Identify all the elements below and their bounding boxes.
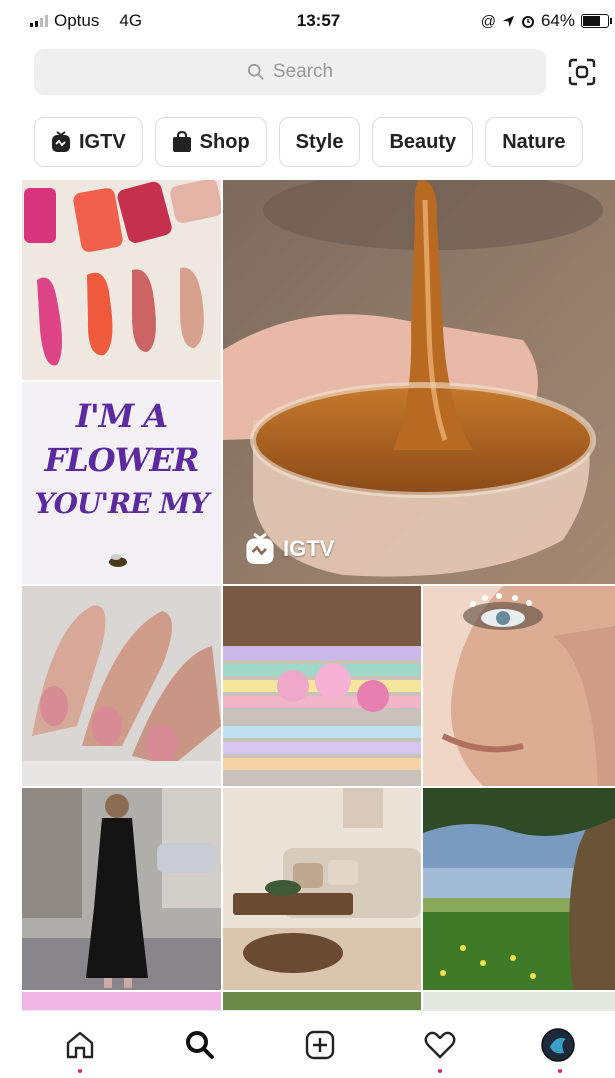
search-input[interactable]: Search	[34, 49, 546, 95]
profile-avatar-icon	[541, 1028, 575, 1062]
shopping-bag-icon	[172, 131, 192, 153]
chip-igtv[interactable]: IGTV	[34, 117, 143, 167]
home-icon	[66, 1031, 94, 1059]
flower-art-line: I'M A	[75, 397, 168, 435]
flower-art-line: FLOWER	[44, 441, 199, 479]
igtv-badge: IGTV	[245, 532, 334, 566]
bee-icon	[109, 554, 127, 567]
tab-search[interactable]	[178, 1023, 222, 1067]
tile-caramel-slime-video[interactable]: IGTV	[223, 180, 615, 584]
chip-label: Shop	[199, 130, 250, 153]
category-chips: IGTV Shop Style Beauty Nature	[34, 117, 583, 169]
status-bar: Optus 4G 13:57 @ 64%	[22, 0, 615, 42]
notification-dot	[78, 1069, 82, 1073]
scan-button[interactable]	[562, 52, 602, 92]
notification-dot	[558, 1069, 562, 1073]
search-icon	[247, 63, 264, 80]
heart-icon	[424, 1031, 456, 1059]
igtv-badge-label: IGTV	[283, 536, 335, 561]
tab-activity[interactable]	[418, 1023, 462, 1073]
status-right: @ 64%	[480, 11, 612, 31]
tile-street-style-dress[interactable]	[22, 788, 221, 990]
igtv-icon	[51, 131, 71, 153]
tab-profile[interactable]	[536, 1023, 580, 1073]
tile-lipstick-swatches[interactable]	[22, 180, 221, 380]
battery-percent: 64%	[540, 11, 575, 30]
tile-tree-landscape[interactable]	[423, 788, 615, 990]
alarm-icon	[521, 16, 534, 28]
chip-label: IGTV	[79, 130, 126, 153]
tile-flower-text-art[interactable]: I'M A FLOWER YOU'RE MY	[22, 382, 221, 584]
chip-label: Beauty	[389, 130, 457, 153]
explore-screen: Optus 4G 13:57 @ 64% Search IGTV Shop St…	[22, 0, 615, 1078]
flower-art-text: I'M A FLOWER YOU'RE MY	[22, 394, 221, 526]
explore-grid: I'M A FLOWER YOU'RE MY IGTV	[22, 180, 615, 1010]
tab-new-post[interactable]	[298, 1023, 342, 1067]
chip-label: Nature	[502, 130, 566, 153]
tile-pastel-bench[interactable]	[223, 586, 421, 786]
tab-home[interactable]	[58, 1023, 102, 1073]
notification-dot	[438, 1069, 442, 1073]
scan-icon	[568, 58, 596, 86]
tile-partial-pink[interactable]	[22, 992, 221, 1010]
chip-nature[interactable]: Nature	[485, 117, 583, 167]
search-icon	[186, 1031, 214, 1059]
tile-pink-nails[interactable]	[22, 586, 221, 786]
at-icon: @	[480, 12, 496, 30]
chip-shop[interactable]: Shop	[154, 117, 267, 167]
chip-beauty[interactable]: Beauty	[372, 117, 474, 167]
location-arrow-icon	[502, 15, 515, 27]
tile-face-gems-makeup[interactable]	[423, 586, 615, 786]
bottom-tab-bar	[22, 1010, 615, 1078]
tile-partial-light[interactable]	[423, 992, 615, 1010]
battery-icon	[581, 14, 612, 28]
igtv-icon	[246, 532, 274, 564]
flower-art-line: YOU'RE MY	[34, 487, 210, 520]
chip-label: Style	[295, 130, 344, 153]
search-placeholder: Search	[272, 61, 334, 82]
tile-partial-green[interactable]	[223, 992, 421, 1010]
tile-living-room[interactable]	[223, 788, 421, 990]
add-post-icon	[305, 1030, 335, 1060]
chip-style[interactable]: Style	[278, 117, 361, 167]
